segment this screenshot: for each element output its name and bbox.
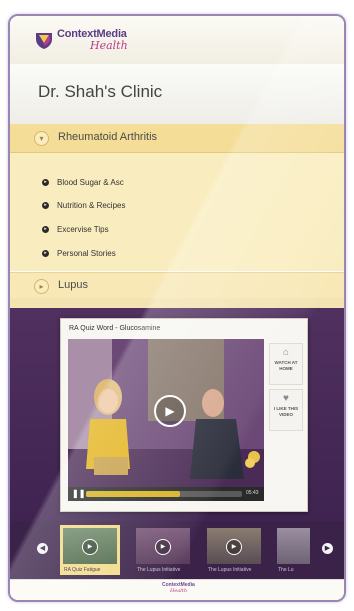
- thumbnail-image: [277, 528, 310, 564]
- accordion-next[interactable]: [10, 298, 344, 308]
- accordion-rheumatoid-arthritis[interactable]: ▾ Rheumatoid Arthritis: [10, 124, 344, 153]
- like-video-button[interactable]: ♥ I LIKE THIS VIDEO: [269, 389, 303, 431]
- progress-bar[interactable]: [86, 491, 242, 497]
- time-display: 05:43: [246, 490, 259, 496]
- arrow-right-icon: ▸: [42, 250, 49, 258]
- thumbnail-caption: RA Quiz Fatigue: [64, 567, 101, 573]
- footer-brand-subtitle: Health: [170, 588, 188, 594]
- play-icon: ▶: [82, 539, 98, 555]
- chevron-right-icon: ▸: [34, 279, 49, 294]
- video-overlay: RA Quiz Word - Glucosamine ▶ ❚❚ 05:43 ⌂ …: [10, 308, 344, 521]
- play-icon[interactable]: ▶: [154, 395, 186, 427]
- app-header: ContextMedia Health: [10, 16, 344, 65]
- home-icon: ⌂: [282, 347, 290, 358]
- watch-at-home-label: WATCH AT HOME: [274, 360, 298, 371]
- arrow-right-icon[interactable]: ▶: [322, 543, 333, 554]
- thumbnail-caption: The Lupus Initiative: [208, 567, 252, 573]
- arrow-right-icon: ▸: [42, 202, 49, 210]
- play-icon: ▶: [155, 539, 171, 555]
- submenu-item-label: Blood Sugar & Asc: [57, 178, 124, 187]
- play-icon: ▶: [226, 539, 242, 555]
- brand-subtitle: Health: [90, 39, 128, 52]
- submenu-item-label: Personal Stories: [57, 249, 116, 258]
- progress-fill: [86, 491, 180, 497]
- footer: ContextMedia Health: [10, 579, 344, 600]
- submenu-item[interactable]: ▸ Excervise Tips: [42, 225, 109, 239]
- watch-at-home-button[interactable]: ⌂ WATCH AT HOME: [269, 343, 303, 385]
- submenu-list: ▸ Blood Sugar & Asc ▸ Nutrition & Recipes …: [10, 153, 344, 271]
- page-title: Dr. Shah's Clinic: [38, 82, 163, 101]
- thumbnail-caption: The Lupus Initiative: [137, 567, 181, 573]
- arrow-left-icon[interactable]: ◀: [37, 543, 48, 554]
- clinic-banner: Dr. Shah's Clinic: [10, 64, 344, 125]
- video-controls: ❚❚ 05:43: [68, 487, 264, 501]
- video-frame[interactable]: ▶: [68, 339, 264, 487]
- video-title: RA Quiz Word - Glucosamine: [69, 325, 161, 332]
- submenu-item[interactable]: ▸ Nutrition & Recipes: [42, 201, 125, 215]
- thumbnail[interactable]: ▶ The Lupus Initiative: [133, 525, 193, 575]
- thumbnail[interactable]: ▶ RA Quiz Fatigue: [60, 525, 120, 575]
- video-carousel: ◀ ▶ RA Quiz Fatigue ▶ The Lupus Initiati…: [10, 521, 344, 579]
- thumbnail[interactable]: ▶ The Lupus Initiative: [204, 525, 264, 575]
- brand-logo-icon: [36, 33, 52, 49]
- like-video-label: I LIKE THIS VIDEO: [273, 406, 299, 417]
- submenu-item[interactable]: ▸ Personal Stories: [42, 249, 116, 263]
- pause-icon[interactable]: ❚❚: [72, 489, 85, 499]
- accordion-label: Lupus: [58, 279, 88, 291]
- submenu-item[interactable]: ▸ Blood Sugar & Asc: [42, 178, 124, 192]
- arrow-right-icon: ▸: [42, 226, 49, 234]
- thumbnail-caption: The Lu: [278, 567, 294, 573]
- heart-icon: ♥: [283, 393, 289, 404]
- chevron-down-icon: ▾: [34, 131, 49, 146]
- thumbnail[interactable]: The Lu: [274, 525, 310, 575]
- device-frame: ContextMedia Health Dr. Shah's Clinic ▾ …: [8, 14, 346, 602]
- accordion-label: Rheumatoid Arthritis: [58, 131, 158, 143]
- submenu-item-label: Nutrition & Recipes: [57, 201, 126, 210]
- accordion-lupus[interactable]: ▸ Lupus: [10, 272, 344, 300]
- submenu-item-label: Excervise Tips: [57, 225, 109, 234]
- video-modal: RA Quiz Word - Glucosamine ▶ ❚❚ 05:43 ⌂ …: [60, 318, 308, 512]
- arrow-right-icon: ▸: [42, 179, 49, 187]
